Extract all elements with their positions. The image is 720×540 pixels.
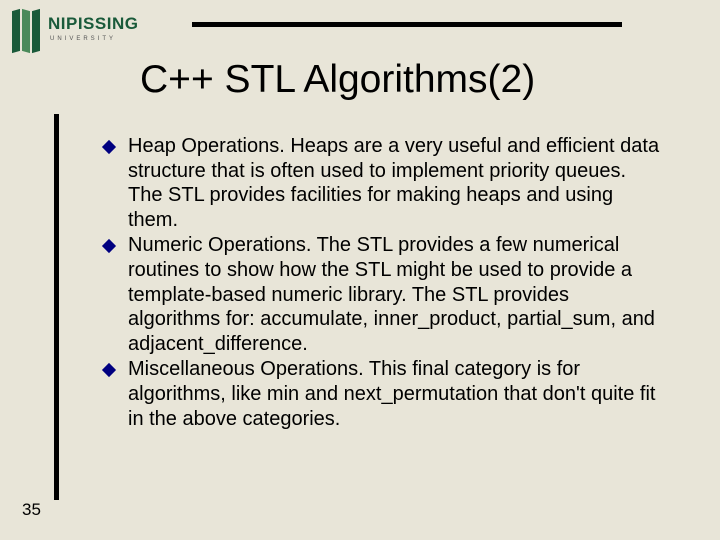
logo-text: NIPISSING — [48, 14, 138, 34]
list-item: Miscellaneous Operations. This final cat… — [104, 357, 664, 431]
logo-mark-icon — [12, 10, 42, 52]
list-item: Numeric Operations. The STL provides a f… — [104, 233, 664, 356]
bullet-text: Heap Operations. Heaps are a very useful… — [128, 134, 664, 232]
bullet-icon — [102, 239, 116, 253]
slide-body: Heap Operations. Heaps are a very useful… — [104, 134, 664, 432]
list-item: Heap Operations. Heaps are a very useful… — [104, 134, 664, 232]
bullet-icon — [102, 140, 116, 154]
slide: NIPISSING UNIVERSITY C++ STL Algorithms(… — [0, 0, 720, 540]
slide-title: C++ STL Algorithms(2) — [140, 58, 680, 102]
vertical-rule — [54, 114, 59, 500]
horizontal-rule — [192, 22, 622, 27]
logo-subtext: UNIVERSITY — [50, 36, 116, 42]
bullet-text: Numeric Operations. The STL provides a f… — [128, 233, 664, 356]
page-number: 35 — [22, 500, 41, 520]
university-logo: NIPISSING UNIVERSITY — [12, 10, 187, 52]
bullet-icon — [102, 363, 116, 377]
bullet-text: Miscellaneous Operations. This final cat… — [128, 357, 664, 431]
